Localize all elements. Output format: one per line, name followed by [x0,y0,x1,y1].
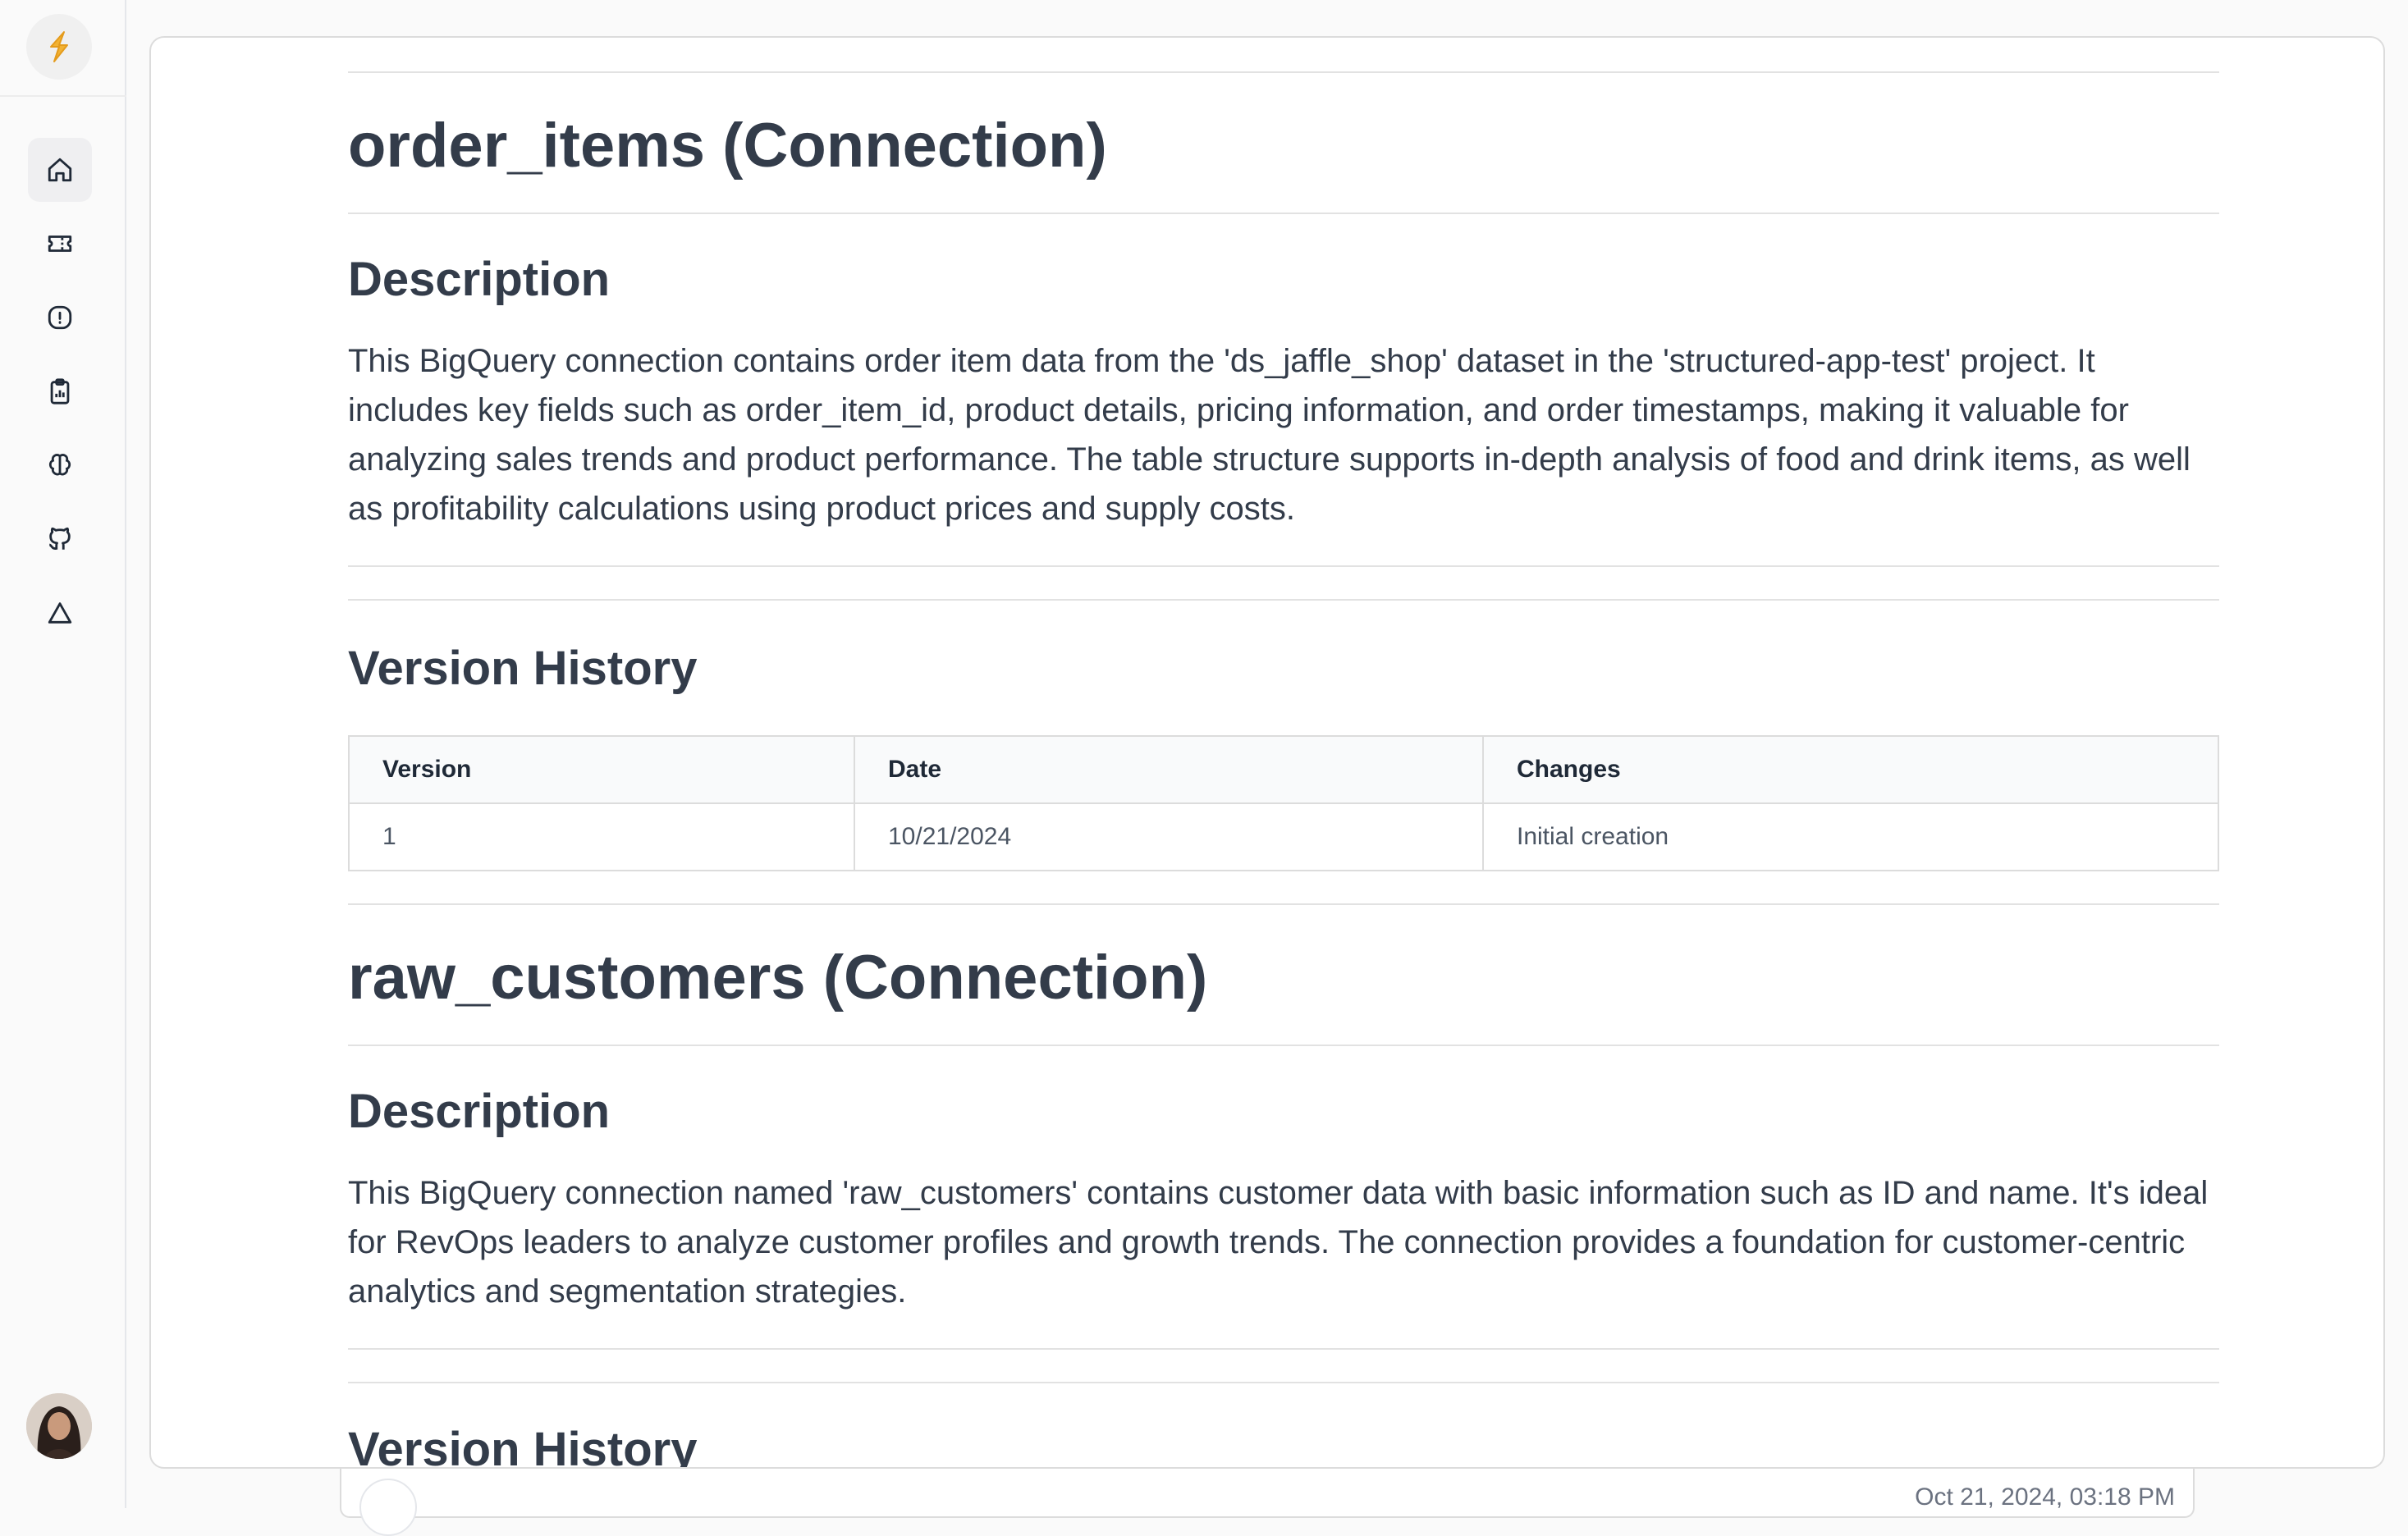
user-avatar[interactable] [26,1393,92,1459]
nav-tickets[interactable] [28,212,92,276]
cell-version: 1 [348,802,855,871]
cell-changes: Initial creation [1482,802,2219,871]
nav-reports[interactable] [28,359,92,423]
section-title: raw_customers (Connection) [348,943,1208,1013]
nav-brain[interactable] [28,433,92,497]
version-history-heading: Version History [348,1423,698,1469]
nav-github[interactable] [28,507,92,571]
logo-area [0,0,126,97]
cell-date: 10/21/2024 [854,802,1484,871]
github-icon [48,527,71,550]
footer-avatar-icon [359,1479,417,1536]
alert-circle-icon [48,305,72,330]
column-header-changes: Changes [1482,735,2219,804]
nav-triangle[interactable] [28,581,92,645]
sidebar [0,0,126,1508]
brain-icon [48,454,71,476]
divider [348,1045,2219,1046]
divider [348,71,2219,73]
clipboard-chart-icon [50,378,70,405]
description-text: This BigQuery connection named 'raw_cust… [348,1175,2209,1310]
version-history-heading: Version History [348,642,698,695]
divider [348,1348,2219,1350]
home-icon [48,158,72,182]
divider [348,903,2219,905]
footer-card: Oct 21, 2024, 03:18 PM [340,1469,2195,1536]
column-header-version: Version [348,735,855,804]
ticket-icon [48,235,72,252]
description-heading: Description [348,1085,611,1138]
version-history-table: Version Date Changes 1 10/21/2024 Initia… [348,735,2219,871]
document-panel: order_items (Connection) Description Thi… [149,36,2385,1469]
description-text: This BigQuery connection contains order … [348,343,2191,527]
table-row: 1 10/21/2024 Initial creation [348,802,2219,871]
divider [348,1382,2219,1383]
timestamp: Oct 21, 2024, 03:18 PM [1915,1483,2175,1511]
section-title: order_items (Connection) [348,111,1107,181]
nav-alerts[interactable] [28,286,92,350]
column-header-date: Date [854,735,1484,804]
triangle-icon [48,602,72,624]
divider [348,599,2219,601]
description-heading: Description [348,253,611,306]
divider [348,213,2219,214]
divider [348,565,2219,567]
nav-home[interactable] [28,138,92,202]
structured-logo-icon[interactable] [26,14,92,80]
table-header-row: Version Date Changes [348,735,2219,804]
